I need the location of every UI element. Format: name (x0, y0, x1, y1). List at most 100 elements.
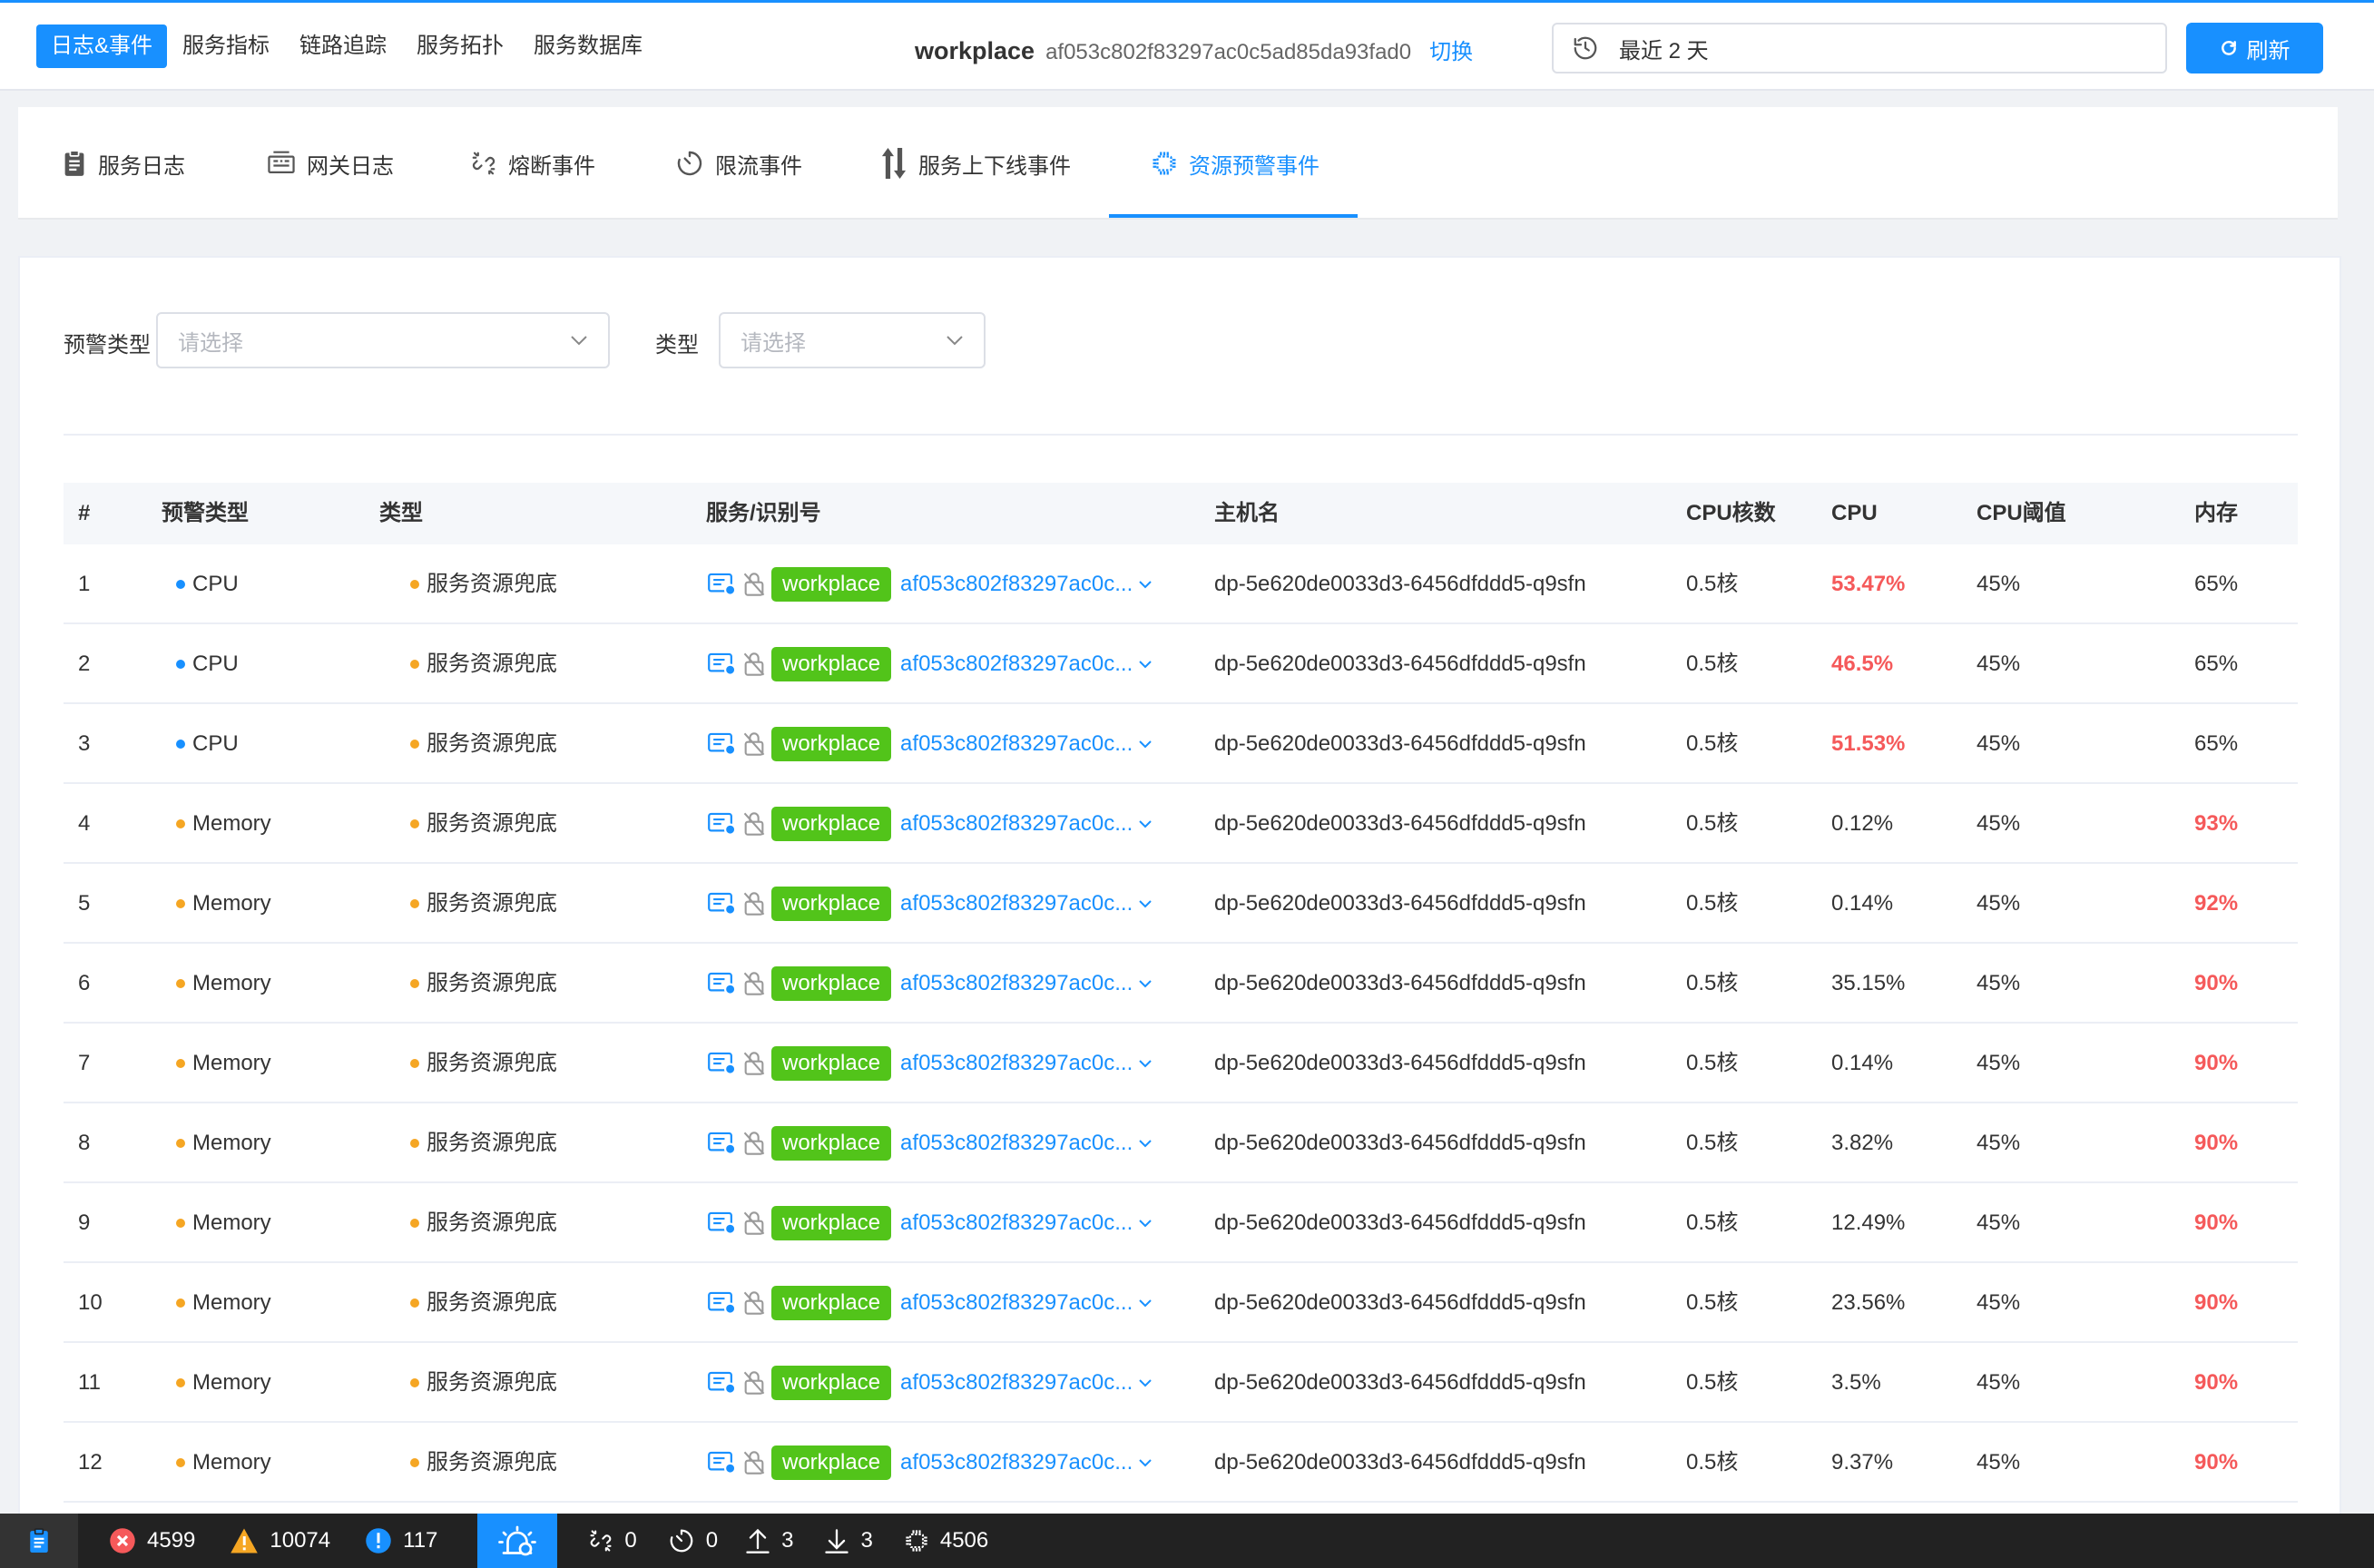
online-count[interactable]: 3 (745, 1514, 793, 1568)
active-tab-indicator (1109, 214, 1358, 218)
status-dot (410, 1139, 419, 1148)
alert-type-value: Memory (192, 971, 271, 995)
service-tag: workplace (771, 1206, 892, 1240)
service-card-icon[interactable] (708, 652, 737, 677)
service-id-dropdown[interactable]: af053c802f83297ac0c... (900, 864, 1153, 944)
lock-off-icon[interactable] (742, 891, 766, 916)
service-id-dropdown[interactable]: af053c802f83297ac0c... (900, 1343, 1153, 1423)
service-id-dropdown[interactable]: af053c802f83297ac0c... (900, 1423, 1153, 1503)
service-id-dropdown[interactable]: af053c802f83297ac0c... (900, 1024, 1153, 1103)
tab-label: 服务日志 (98, 153, 185, 179)
hostname-cell: dp-5e620de0033d3-6456dfddd5-q9sfn (1214, 1051, 1586, 1075)
chevron-down-icon (1139, 581, 1152, 589)
service-tag: workplace (771, 1286, 892, 1320)
alarm-toggle[interactable] (477, 1514, 558, 1568)
time-range-picker[interactable]: 最近 2 天 (1552, 23, 2167, 74)
status-dot (410, 740, 419, 749)
row-index: 1 (78, 572, 91, 596)
type-cell: 服务资源兜底 (410, 1024, 557, 1103)
refresh-button[interactable]: 刷新 (2186, 23, 2323, 74)
switch-service-link[interactable]: 切换 (1429, 34, 1473, 65)
nav-database[interactable]: 服务数据库 (519, 24, 657, 68)
lock-off-icon[interactable] (742, 1131, 766, 1156)
service-card-icon[interactable] (708, 971, 737, 996)
upload-arrow-icon (745, 1527, 770, 1554)
circuit-break-count-value: 0 (624, 1528, 637, 1553)
service-id-dropdown[interactable]: af053c802f83297ac0c... (900, 544, 1153, 624)
hostname-cell: dp-5e620de0033d3-6456dfddd5-q9sfn (1214, 731, 1586, 756)
tab-online-offline-events[interactable]: 服务上下线事件 (880, 107, 1071, 220)
row-index: 4 (78, 811, 91, 836)
service-id-dropdown[interactable]: af053c802f83297ac0c... (900, 784, 1153, 864)
warning-count[interactable]: 10074 (230, 1514, 330, 1568)
type-select[interactable]: 请选择 (719, 312, 986, 368)
service-card-icon[interactable] (708, 1210, 737, 1236)
lock-off-icon[interactable] (742, 811, 766, 837)
service-card-icon[interactable] (708, 1450, 737, 1475)
lock-off-icon[interactable] (742, 1450, 766, 1475)
col-memory: 内存 (2194, 501, 2238, 525)
lock-off-icon[interactable] (742, 1210, 766, 1236)
cpu-cores-cell: 0.5核 (1686, 1370, 1739, 1395)
tab-gateway-logs[interactable]: 网关日志 (267, 107, 394, 220)
cpu-threshold-cell: 45% (1977, 1051, 2021, 1075)
alert-type-value: Memory (192, 1290, 271, 1315)
cpu-cell: 0.14% (1831, 1051, 1894, 1075)
nav-tracing[interactable]: 链路追踪 (285, 24, 401, 68)
hostname-cell: dp-5e620de0033d3-6456dfddd5-q9sfn (1214, 1450, 1586, 1475)
service-tag: workplace (771, 727, 892, 761)
tab-rate-limit-events[interactable]: 限流事件 (675, 107, 802, 220)
tab-service-logs[interactable]: 服务日志 (62, 107, 185, 220)
table-row: 10 Memory 服务资源兜底 workplace af053c802f83297ac… (64, 1263, 2298, 1343)
tab-circuit-break-events[interactable]: 熔断事件 (470, 107, 595, 220)
lock-off-icon[interactable] (742, 1370, 766, 1396)
service-id-dropdown[interactable]: af053c802f83297ac0c... (900, 1263, 1153, 1343)
resource-alert-count[interactable]: 4506 (904, 1514, 988, 1568)
cpu-cell: 3.5% (1831, 1370, 1881, 1395)
table-row: 7 Memory 服务资源兜底 workplace af053c802f83297ac0… (64, 1024, 2298, 1103)
history-clock-icon (1572, 34, 1599, 62)
tab-resource-alert-events[interactable]: 资源预警事件 (1151, 107, 1319, 220)
service-card-icon[interactable] (708, 1131, 737, 1156)
nav-logs-events[interactable]: 日志&事件 (36, 24, 168, 68)
event-tabs: 服务日志 网关日志 熔断事件 限流事件 服务上下线事件 资源预警事件 (18, 107, 2338, 220)
service-id-dropdown[interactable]: af053c802f83297ac0c... (900, 944, 1153, 1024)
info-count[interactable]: 117 (365, 1514, 437, 1568)
nav-topology[interactable]: 服务拓扑 (402, 24, 518, 68)
error-count[interactable]: 4599 (109, 1514, 195, 1568)
service-id-dropdown[interactable]: af053c802f83297ac0c... (900, 624, 1153, 704)
service-card-icon[interactable] (708, 1370, 737, 1396)
service-card-icon[interactable] (708, 811, 737, 837)
table-row: 4 Memory 服务资源兜底 workplace af053c802f83297ac0… (64, 784, 2298, 864)
alert-type-cell: Memory (176, 1263, 271, 1343)
up-down-arrows-icon (880, 148, 907, 179)
service-card-icon[interactable] (708, 1051, 737, 1076)
service-card-icon[interactable] (708, 1290, 737, 1316)
service-card-icon[interactable] (708, 891, 737, 916)
service-card-icon[interactable] (708, 731, 737, 757)
service-card-icon[interactable] (708, 572, 737, 597)
service-tag: workplace (771, 1126, 892, 1161)
circuit-break-count[interactable]: 0 (588, 1514, 637, 1568)
tab-label: 熔断事件 (508, 153, 595, 179)
alert-type-select[interactable]: 请选择 (156, 312, 610, 368)
lock-off-icon[interactable] (742, 1290, 766, 1316)
log-panel-toggle[interactable] (0, 1514, 78, 1568)
row-index: 6 (78, 971, 91, 995)
lock-off-icon[interactable] (742, 971, 766, 996)
lock-off-icon[interactable] (742, 572, 766, 597)
lock-off-icon[interactable] (742, 652, 766, 677)
lock-off-icon[interactable] (742, 1051, 766, 1076)
lock-off-icon[interactable] (742, 731, 766, 757)
nav-service-metrics[interactable]: 服务指标 (168, 24, 284, 68)
offline-count[interactable]: 3 (824, 1514, 873, 1568)
alert-type-cell: Memory (176, 1024, 271, 1103)
service-id-dropdown[interactable]: af053c802f83297ac0c... (900, 704, 1153, 784)
service-id: af053c802f83297ac0c5ad85da93fad0 (1045, 40, 1412, 64)
rate-limit-count[interactable]: 0 (668, 1514, 718, 1568)
service-id-dropdown[interactable]: af053c802f83297ac0c... (900, 1183, 1153, 1263)
service-id-dropdown[interactable]: af053c802f83297ac0c... (900, 1103, 1153, 1183)
status-dot (410, 899, 419, 908)
type-value: 服务资源兜底 (427, 1131, 557, 1155)
cpu-cores-cell: 0.5核 (1686, 1290, 1739, 1315)
